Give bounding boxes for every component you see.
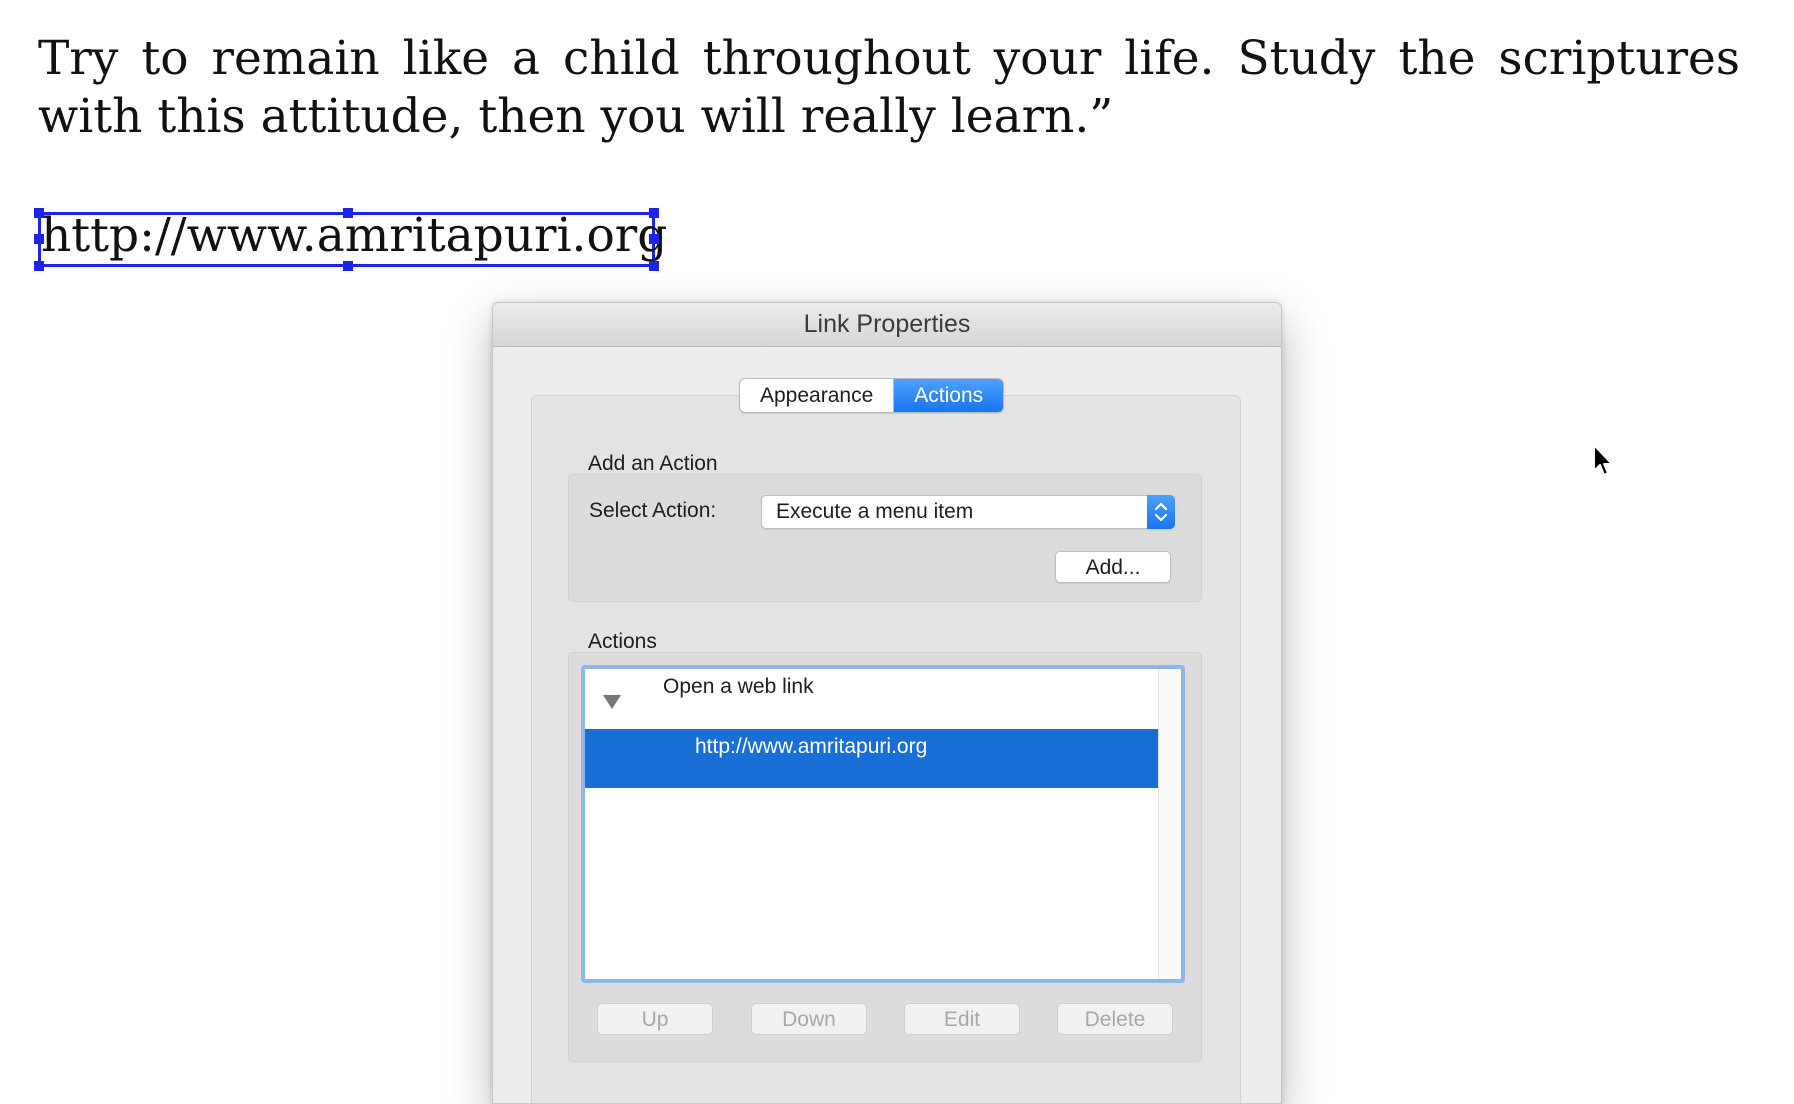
document-paragraph: Try to remain like a child throughout yo… (38, 31, 1740, 144)
down-button[interactable]: Down (751, 1003, 867, 1035)
add-action-group: Select Action: Execute a menu item Add..… (568, 474, 1202, 602)
resize-handle-top-middle[interactable] (343, 208, 353, 218)
actions-group: Open a web link http://www.amritapuri.or… (568, 652, 1202, 1062)
document-link-text: http://www.amritapuri.org (41, 208, 668, 263)
select-action-label: Select Action: (589, 499, 717, 522)
tab-appearance[interactable]: Appearance (740, 379, 893, 412)
resize-handle-middle-right[interactable] (649, 234, 659, 244)
resize-handle-middle-left[interactable] (34, 234, 44, 244)
select-action-value: Execute a menu item (776, 500, 974, 523)
link-properties-dialog: Link Properties Add an Action Select Act… (492, 302, 1282, 1104)
actions-tree-list[interactable]: Open a web link http://www.amritapuri.or… (581, 665, 1185, 983)
list-scrollbar[interactable] (1158, 669, 1181, 979)
resize-handle-top-left[interactable] (34, 208, 44, 218)
delete-button[interactable]: Delete (1057, 1003, 1173, 1035)
resize-handle-bottom-left[interactable] (34, 261, 44, 271)
add-action-section-label: Add an Action (588, 452, 718, 475)
dialog-title: Link Properties (493, 303, 1281, 347)
resize-handle-bottom-middle[interactable] (343, 261, 353, 271)
arrow-cursor-icon (1593, 444, 1613, 476)
tree-item-url-label: http://www.amritapuri.org (695, 735, 928, 758)
add-action-button[interactable]: Add... (1055, 551, 1171, 583)
up-down-chevron-icon (1147, 495, 1175, 529)
tree-item-open-web-link[interactable]: Open a web link (663, 675, 814, 699)
resize-handle-top-right[interactable] (649, 208, 659, 218)
up-button[interactable]: Up (597, 1003, 713, 1035)
tab-switcher: Appearance Actions (739, 378, 1005, 413)
tab-actions[interactable]: Actions (893, 379, 1004, 412)
selected-link-box[interactable]: http://www.amritapuri.org (34, 208, 667, 271)
select-action-dropdown[interactable]: Execute a menu item (761, 495, 1175, 529)
tree-item-url-selected[interactable]: http://www.amritapuri.org (585, 729, 1159, 788)
tab-panel: Add an Action Select Action: Execute a m… (531, 395, 1241, 1103)
disclosure-triangle-icon[interactable] (603, 695, 621, 709)
resize-handle-bottom-right[interactable] (649, 261, 659, 271)
actions-section-label: Actions (588, 630, 657, 653)
edit-button[interactable]: Edit (904, 1003, 1020, 1035)
